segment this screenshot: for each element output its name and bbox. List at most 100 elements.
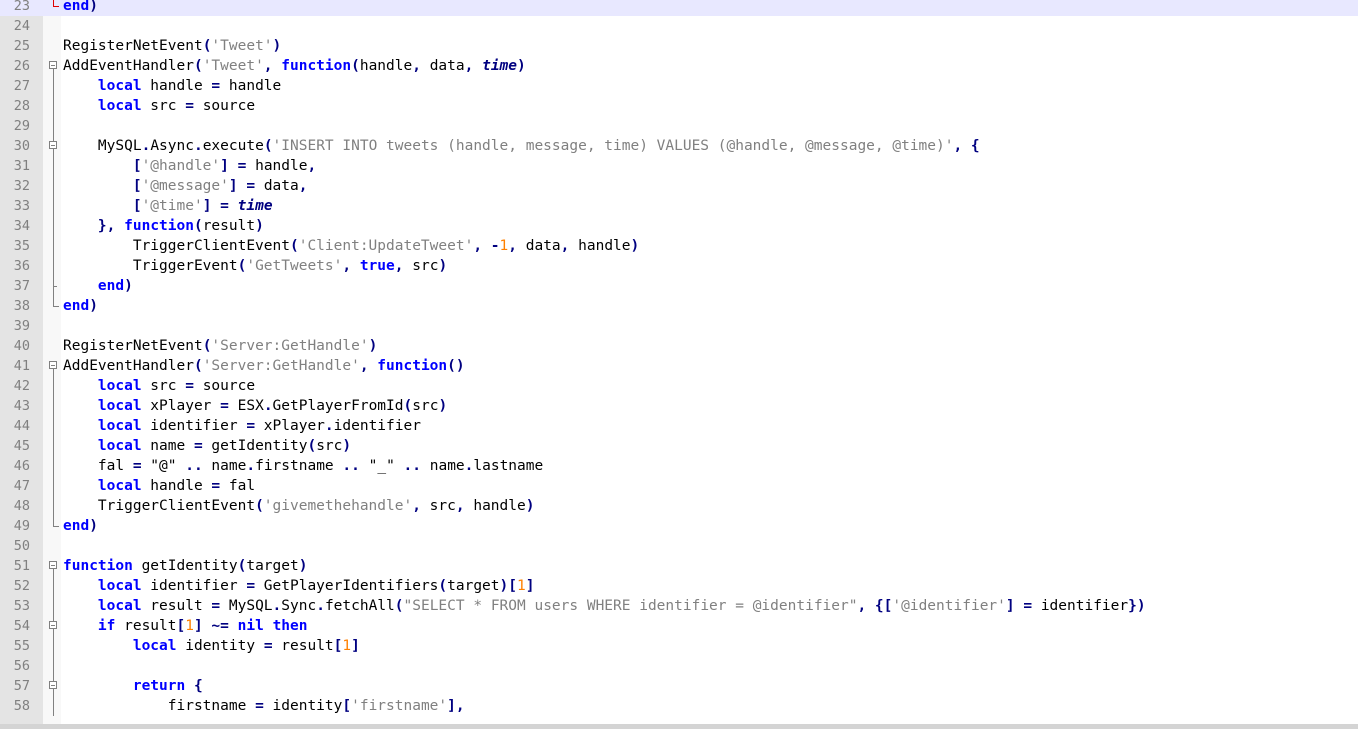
- code-text[interactable]: AddEventHandler('Server:GetHandle', func…: [63, 356, 465, 376]
- code-text[interactable]: RegisterNetEvent('Server:GetHandle'): [63, 336, 377, 356]
- code-line[interactable]: 44 local identifier = xPlayer.identifier: [0, 416, 1358, 436]
- code-line[interactable]: 54 if result[1] ~= nil then: [0, 616, 1358, 636]
- code-line[interactable]: 35 TriggerClientEvent('Client:UpdateTwee…: [0, 236, 1358, 256]
- code-text[interactable]: ['@time'] = time: [63, 196, 273, 216]
- code-text[interactable]: end): [63, 276, 133, 296]
- code-text[interactable]: TriggerEvent('GetTweets', true, src): [63, 256, 447, 276]
- code-line[interactable]: 47 local handle = fal: [0, 476, 1358, 496]
- code-text[interactable]: ['@handle'] = handle,: [63, 156, 316, 176]
- code-text[interactable]: }, function(result): [63, 216, 264, 236]
- minus-box-icon[interactable]: [49, 141, 57, 149]
- minus-box-icon[interactable]: [49, 561, 57, 569]
- code-token: ..: [342, 458, 360, 474]
- code-token: fal: [220, 478, 256, 494]
- fold-toggle-icon[interactable]: [45, 556, 63, 576]
- code-line[interactable]: 57 return {: [0, 676, 1358, 696]
- code-text[interactable]: local identifier = GetPlayerIdentifiers(…: [63, 576, 535, 596]
- code-line[interactable]: 42 local src = source: [0, 376, 1358, 396]
- code-token: ): [630, 238, 640, 254]
- code-line[interactable]: 23 end): [0, 0, 1358, 16]
- code-token: handle: [578, 238, 631, 254]
- code-text[interactable]: AddEventHandler('Tweet', function(handle…: [63, 56, 526, 76]
- code-line[interactable]: 28 local src = source: [0, 96, 1358, 116]
- code-line[interactable]: 27 local handle = handle: [0, 76, 1358, 96]
- code-line[interactable]: 29: [0, 116, 1358, 136]
- fold-toggle-icon[interactable]: [45, 616, 63, 636]
- code-text[interactable]: end): [63, 0, 98, 16]
- code-line[interactable]: 52 local identifier = GetPlayerIdentifie…: [0, 576, 1358, 596]
- code-text[interactable]: local handle = handle: [63, 76, 281, 96]
- fold-toggle-icon[interactable]: [45, 56, 63, 76]
- code-line[interactable]: 48 TriggerClientEvent('givemethehandle',…: [0, 496, 1358, 516]
- code-line[interactable]: 38 end): [0, 296, 1358, 316]
- code-token: src: [412, 398, 439, 414]
- code-line[interactable]: 43 local xPlayer = ESX.GetPlayerFromId(s…: [0, 396, 1358, 416]
- code-text[interactable]: local xPlayer = ESX.GetPlayerFromId(src): [63, 396, 447, 416]
- code-line[interactable]: 39: [0, 316, 1358, 336]
- code-token: identifier: [141, 578, 247, 594]
- code-line[interactable]: 24: [0, 16, 1358, 36]
- code-text[interactable]: function getIdentity(target): [63, 556, 307, 576]
- code-line[interactable]: 45 local name = getIdentity(src): [0, 436, 1358, 456]
- code-token: TriggerClientEvent: [63, 238, 290, 254]
- code-token: identifier: [333, 418, 421, 434]
- code-token: src: [429, 498, 456, 514]
- code-line[interactable]: 26 AddEventHandler('Tweet', function(hand…: [0, 56, 1358, 76]
- code-token: source: [193, 378, 256, 394]
- code-line[interactable]: 36 TriggerEvent('GetTweets', true, src): [0, 256, 1358, 276]
- code-token: =: [211, 78, 221, 94]
- code-line[interactable]: 30 MySQL.Async.execute('INSERT INTO twee…: [0, 136, 1358, 156]
- horizontal-scrollbar[interactable]: [0, 724, 1358, 729]
- code-token: name: [141, 438, 194, 454]
- code-line[interactable]: 56: [0, 656, 1358, 676]
- code-text[interactable]: end): [63, 516, 98, 536]
- minus-box-icon[interactable]: [49, 621, 57, 629]
- code-line[interactable]: 34 }, function(result): [0, 216, 1358, 236]
- code-text[interactable]: local result = MySQL.Sync.fetchAll("SELE…: [63, 596, 1146, 616]
- code-line[interactable]: 37 end): [0, 276, 1358, 296]
- code-line[interactable]: 32 ['@message'] = data,: [0, 176, 1358, 196]
- code-text[interactable]: local src = source: [63, 376, 255, 396]
- code-text[interactable]: if result[1] ~= nil then: [63, 616, 308, 636]
- minus-box-icon[interactable]: [49, 361, 57, 369]
- code-text[interactable]: ['@message'] = data,: [63, 176, 308, 196]
- code-text[interactable]: end): [63, 296, 98, 316]
- line-number: 32: [13, 178, 30, 194]
- minus-box-icon[interactable]: [49, 61, 57, 69]
- code-text[interactable]: firstname = identity['firstname'],: [63, 696, 465, 716]
- code-text[interactable]: local name = getIdentity(src): [63, 436, 351, 456]
- code-token: [: [342, 698, 352, 714]
- code-text[interactable]: TriggerClientEvent('Client:UpdateTweet',…: [63, 236, 639, 256]
- code-text[interactable]: fal = "@" .. name.firstname .. "_" .. na…: [63, 456, 543, 476]
- code-line[interactable]: 58 firstname = identity['firstname'],: [0, 696, 1358, 716]
- code-line[interactable]: 46 fal = "@" .. name.firstname .. "_" ..…: [0, 456, 1358, 476]
- code-text[interactable]: TriggerClientEvent('givemethehandle', sr…: [63, 496, 535, 516]
- code-line[interactable]: 55 local identity = result[1]: [0, 636, 1358, 656]
- code-line[interactable]: 25 RegisterNetEvent('Tweet'): [0, 36, 1358, 56]
- fold-toggle-icon[interactable]: [45, 136, 63, 156]
- code-text[interactable]: RegisterNetEvent('Tweet'): [63, 36, 281, 56]
- code-text[interactable]: local identifier = xPlayer.identifier: [63, 416, 421, 436]
- fold-toggle-icon[interactable]: [45, 676, 63, 696]
- code-line[interactable]: 31 ['@handle'] = handle,: [0, 156, 1358, 176]
- code-line[interactable]: 40 RegisterNetEvent('Server:GetHandle'): [0, 336, 1358, 356]
- code-text[interactable]: local identity = result[1]: [63, 636, 360, 656]
- fold-toggle-icon[interactable]: [45, 356, 63, 376]
- code-text[interactable]: local src = source: [63, 96, 255, 116]
- code-line[interactable]: 50: [0, 536, 1358, 556]
- code-line[interactable]: 33 ['@time'] = time: [0, 196, 1358, 216]
- code-text[interactable]: return {: [63, 676, 203, 696]
- fold-marker: [45, 396, 63, 416]
- code-token: ): [342, 438, 352, 454]
- code-text[interactable]: MySQL.Async.execute('INSERT INTO tweets …: [63, 136, 980, 156]
- code-line[interactable]: 51 function getIdentity(target): [0, 556, 1358, 576]
- code-line[interactable]: 41 AddEventHandler('Server:GetHandle', fu…: [0, 356, 1358, 376]
- line-number: 30: [13, 138, 30, 154]
- minus-box-icon[interactable]: [49, 681, 57, 689]
- code-line[interactable]: 49 end): [0, 516, 1358, 536]
- code-editor[interactable]: 23 end) 24 25 RegisterNetEvent('Tweet') 26 Add…: [0, 0, 1358, 724]
- code-text[interactable]: local handle = fal: [63, 476, 255, 496]
- code-line[interactable]: 53 local result = MySQL.Sync.fetchAll("S…: [0, 596, 1358, 616]
- code-token: result: [202, 218, 256, 234]
